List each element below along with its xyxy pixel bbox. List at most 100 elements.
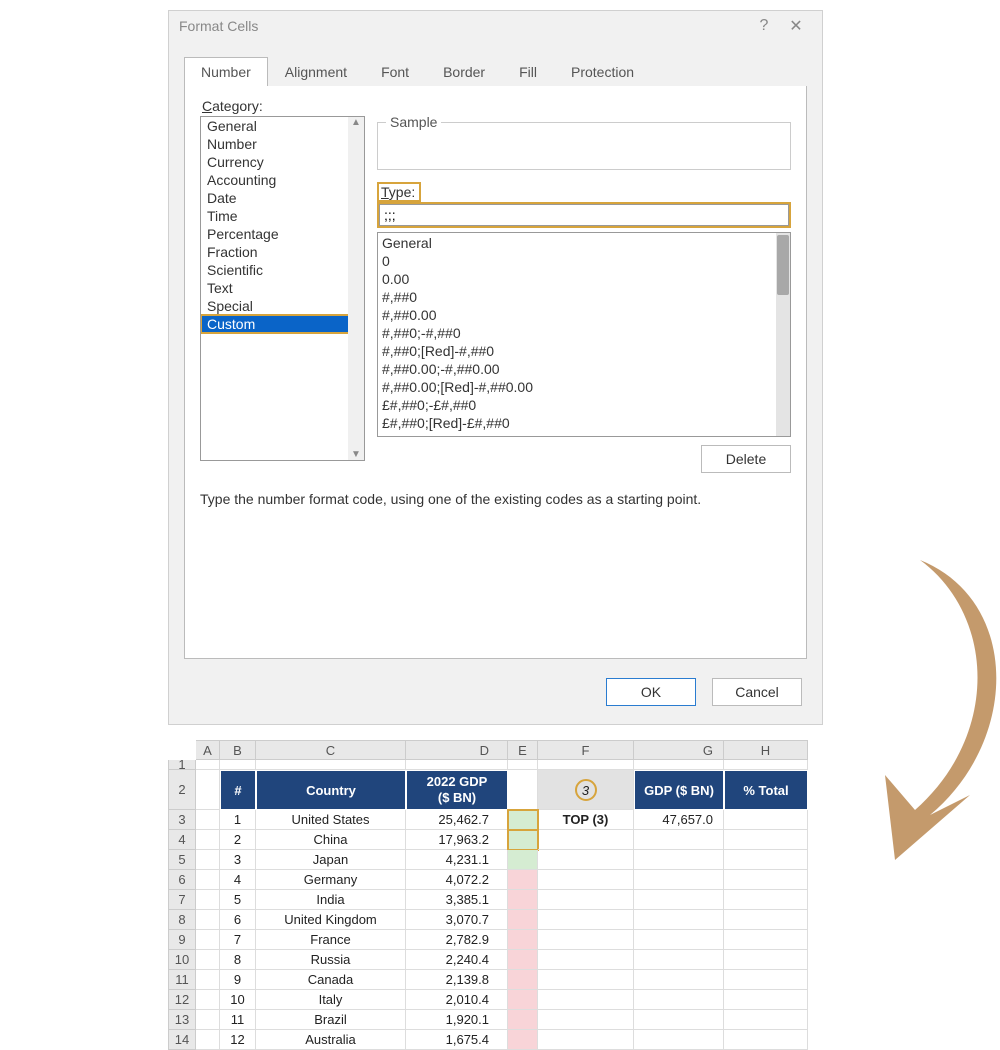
table-header-gdp[interactable]: 2022 GDP ($ BN) — [406, 770, 508, 810]
gdp-sum[interactable]: 47,657.0 — [634, 810, 724, 830]
category-item[interactable]: Accounting — [201, 171, 364, 189]
rank-cell[interactable]: 2 — [220, 830, 256, 850]
country-cell[interactable]: India — [256, 890, 406, 910]
tab-protection[interactable]: Protection — [554, 57, 651, 87]
row-header[interactable]: 4 — [168, 830, 196, 850]
gdp-cell[interactable]: 3,070.7 — [406, 910, 508, 930]
col-header[interactable]: B — [220, 740, 256, 760]
format-code-item[interactable]: #,##0.00 — [382, 306, 786, 324]
category-item[interactable]: General — [201, 117, 364, 135]
country-cell[interactable]: United States — [256, 810, 406, 830]
chevron-down-icon[interactable]: ▼ — [348, 449, 364, 460]
category-item[interactable]: Number — [201, 135, 364, 153]
tab-number[interactable]: Number — [184, 57, 268, 87]
top-label[interactable]: TOP (3) — [538, 810, 634, 830]
tab-font[interactable]: Font — [364, 57, 426, 87]
country-cell[interactable]: Germany — [256, 870, 406, 890]
category-listbox[interactable]: General Number Currency Accounting Date … — [200, 116, 365, 461]
col-header[interactable]: F — [538, 740, 634, 760]
gdp-cell[interactable]: 2,139.8 — [406, 970, 508, 990]
format-code-item[interactable]: 0 — [382, 252, 786, 270]
table-header-country[interactable]: Country — [256, 770, 406, 810]
tab-fill[interactable]: Fill — [502, 57, 554, 87]
chevron-up-icon[interactable]: ▲ — [348, 117, 364, 128]
country-cell[interactable]: Italy — [256, 990, 406, 1010]
rank-cell[interactable]: 6 — [220, 910, 256, 930]
category-item[interactable]: Time — [201, 207, 364, 225]
cancel-button[interactable]: Cancel — [712, 678, 802, 706]
col-header[interactable]: A — [196, 740, 220, 760]
rank-cell[interactable]: 10 — [220, 990, 256, 1010]
category-item[interactable]: Date — [201, 189, 364, 207]
helper-cell[interactable] — [508, 1030, 538, 1050]
format-code-item[interactable]: £#,##0;[Red]-£#,##0 — [382, 414, 786, 432]
country-cell[interactable]: France — [256, 930, 406, 950]
tab-border[interactable]: Border — [426, 57, 502, 87]
row-header[interactable]: 12 — [168, 990, 196, 1010]
gdp-cell[interactable]: 1,675.4 — [406, 1030, 508, 1050]
helper-cell[interactable] — [508, 1010, 538, 1030]
helper-cell[interactable] — [508, 890, 538, 910]
gdp-cell[interactable]: 2,240.4 — [406, 950, 508, 970]
category-item[interactable]: Text — [201, 279, 364, 297]
category-item[interactable]: Percentage — [201, 225, 364, 243]
gdp-cell[interactable]: 25,462.7 — [406, 810, 508, 830]
type-input[interactable] — [379, 204, 789, 226]
close-icon[interactable]: ✕ — [780, 16, 812, 36]
gdp-cell[interactable]: 17,963.2 — [406, 830, 508, 850]
gdp-cell[interactable]: 2,782.9 — [406, 930, 508, 950]
format-code-item[interactable]: £#,##0;-£#,##0 — [382, 396, 786, 414]
format-code-scrollbar[interactable] — [776, 233, 790, 436]
rank-cell[interactable]: 1 — [220, 810, 256, 830]
format-code-listbox[interactable]: General 0 0.00 #,##0 #,##0.00 #,##0;-#,#… — [377, 232, 791, 437]
format-code-item[interactable]: #,##0.00;[Red]-#,##0.00 — [382, 378, 786, 396]
row-header[interactable]: 10 — [168, 950, 196, 970]
row-header[interactable]: 13 — [168, 1010, 196, 1030]
row-header[interactable]: 3 — [168, 810, 196, 830]
row-header[interactable]: 5 — [168, 850, 196, 870]
category-item-custom[interactable]: Custom — [201, 315, 364, 333]
country-cell[interactable]: Canada — [256, 970, 406, 990]
tab-alignment[interactable]: Alignment — [268, 57, 364, 87]
gdp-cell[interactable]: 4,072.2 — [406, 870, 508, 890]
helper-cell[interactable] — [508, 910, 538, 930]
table-header-pct[interactable]: % Total — [724, 770, 808, 810]
format-code-item[interactable]: #,##0.00;-#,##0.00 — [382, 360, 786, 378]
format-code-item[interactable]: #,##0 — [382, 288, 786, 306]
top-n-value-cell[interactable]: 3 — [538, 770, 634, 810]
helper-cell[interactable] — [508, 930, 538, 950]
rank-cell[interactable]: 8 — [220, 950, 256, 970]
row-header[interactable]: 9 — [168, 930, 196, 950]
col-header[interactable]: E — [508, 740, 538, 760]
country-cell[interactable]: United Kingdom — [256, 910, 406, 930]
helper-cell[interactable] — [508, 850, 538, 870]
category-item[interactable]: Special — [201, 297, 364, 315]
helper-cell[interactable] — [508, 870, 538, 890]
rank-cell[interactable]: 7 — [220, 930, 256, 950]
category-item[interactable]: Currency — [201, 153, 364, 171]
country-cell[interactable]: Russia — [256, 950, 406, 970]
delete-button[interactable]: Delete — [701, 445, 791, 473]
row-header[interactable]: 8 — [168, 910, 196, 930]
col-header[interactable]: H — [724, 740, 808, 760]
row-header[interactable]: 2 — [168, 770, 196, 810]
format-code-item[interactable]: #,##0;-#,##0 — [382, 324, 786, 342]
gdp-cell[interactable]: 4,231.1 — [406, 850, 508, 870]
row-header[interactable]: 6 — [168, 870, 196, 890]
ok-button[interactable]: OK — [606, 678, 696, 706]
rank-cell[interactable]: 3 — [220, 850, 256, 870]
scroll-thumb[interactable] — [777, 235, 789, 295]
gdp-cell[interactable]: 3,385.1 — [406, 890, 508, 910]
format-code-item[interactable]: #,##0;[Red]-#,##0 — [382, 342, 786, 360]
format-code-item[interactable]: 0.00 — [382, 270, 786, 288]
format-code-item[interactable]: £#,##0.00;-£#,##0.00 — [382, 432, 786, 437]
row-header[interactable]: 11 — [168, 970, 196, 990]
rank-cell[interactable]: 12 — [220, 1030, 256, 1050]
helper-cell[interactable] — [508, 970, 538, 990]
helper-cell[interactable] — [508, 830, 538, 850]
gdp-cell[interactable]: 1,920.1 — [406, 1010, 508, 1030]
help-icon[interactable]: ? — [748, 17, 780, 35]
country-cell[interactable]: Brazil — [256, 1010, 406, 1030]
row-header[interactable]: 14 — [168, 1030, 196, 1050]
rank-cell[interactable]: 9 — [220, 970, 256, 990]
